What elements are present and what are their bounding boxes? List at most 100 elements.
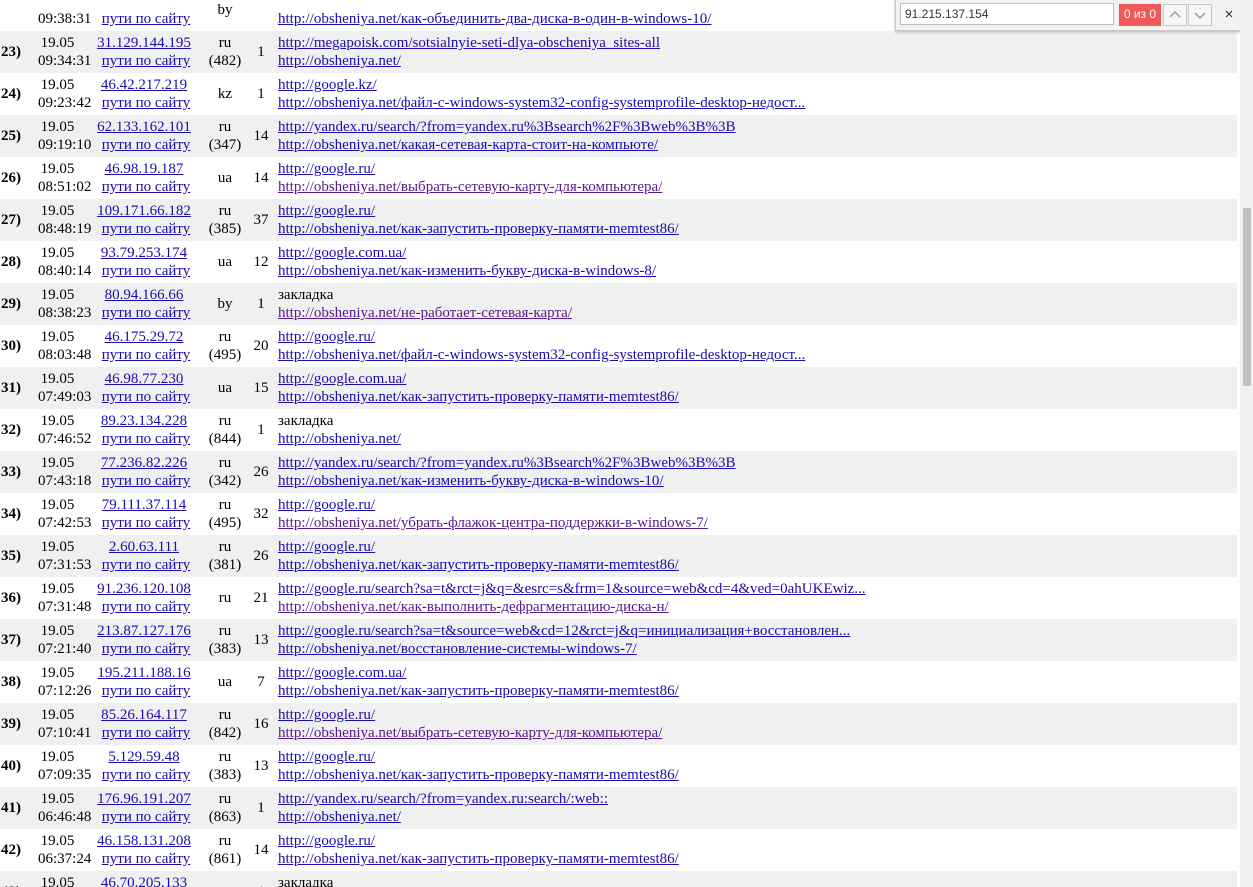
landing-page-link[interactable]: http://obsheniya.net/восстановление-сист… bbox=[278, 640, 637, 658]
landing-page-link[interactable]: http://obsheniya.net/выбрать-сетевую-кар… bbox=[278, 178, 662, 196]
site-paths-link[interactable]: пути по сайту bbox=[99, 598, 193, 616]
ip-address-link[interactable]: 89.23.134.228 bbox=[94, 412, 194, 430]
landing-page-link[interactable]: http://obsheniya.net/ bbox=[278, 808, 401, 826]
landing-page-link[interactable]: http://obsheniya.net/как-изменить-букву-… bbox=[278, 472, 664, 490]
referrer-link[interactable]: http://yandex.ru/search/?from=yandex.ru%… bbox=[278, 454, 736, 472]
find-input[interactable] bbox=[900, 3, 1114, 25]
landing-page-link[interactable]: http://obsheniya.net/ bbox=[278, 430, 401, 448]
table-row: 40) 19.05 07:09:35 5.129.59.48 пути по сайту… bbox=[0, 745, 1237, 787]
pages-viewed: 13 bbox=[253, 632, 269, 648]
referrer-link[interactable]: http://google.kz/ bbox=[278, 76, 377, 94]
landing-page-link[interactable]: http://obsheniya.net/как-запустить-прове… bbox=[278, 556, 679, 574]
referrer-link[interactable]: http://google.ru/search?sa=t&rct=j&q=&es… bbox=[278, 580, 866, 598]
landing-page-link[interactable]: http://obsheniya.net/как-объединить-два-… bbox=[278, 10, 711, 28]
referrer-link[interactable]: http://yandex.ru/search/?from=yandex.ru%… bbox=[278, 118, 736, 136]
site-paths-link[interactable]: пути по сайту bbox=[99, 766, 193, 784]
site-paths-link[interactable]: пути по сайту bbox=[99, 514, 193, 532]
row-number: 43) bbox=[1, 883, 21, 887]
site-paths-link[interactable]: пути по сайту bbox=[99, 346, 193, 364]
ip-address-link[interactable]: 46.70.205.133 bbox=[94, 874, 194, 887]
ip-address-link[interactable]: 80.94.166.66 bbox=[94, 286, 194, 304]
ip-address-link[interactable]: 213.87.127.176 bbox=[94, 622, 194, 640]
referrer-link[interactable]: http://google.ru/ bbox=[278, 160, 375, 178]
referrer-link[interactable]: http://google.ru/search?sa=t&source=web&… bbox=[278, 622, 850, 640]
ip-address-link[interactable]: 85.26.164.117 bbox=[94, 706, 194, 724]
site-paths-link[interactable]: пути по сайту bbox=[99, 640, 193, 658]
country-code: ua bbox=[217, 674, 233, 690]
scroll-thumb[interactable] bbox=[1243, 208, 1251, 386]
ip-address-link[interactable]: 176.96.191.207 bbox=[94, 790, 194, 808]
referrer-link[interactable]: http://google.ru/ bbox=[278, 538, 375, 556]
site-paths-link[interactable]: пути по сайту bbox=[99, 808, 193, 826]
visit-date: 19.05 bbox=[40, 749, 75, 765]
landing-page-link[interactable]: http://obsheniya.net/файл-с-windows-syst… bbox=[278, 346, 805, 364]
row-number: 28) bbox=[1, 254, 21, 270]
row-number: 27) bbox=[1, 212, 21, 228]
ip-address-link[interactable]: 91.236.120.108 bbox=[94, 580, 194, 598]
visit-date: 19.05 bbox=[40, 287, 75, 303]
site-paths-link[interactable]: пути по сайту bbox=[99, 724, 193, 742]
site-paths-link[interactable]: пути по сайту bbox=[99, 850, 193, 868]
visit-count: (495) bbox=[208, 515, 242, 531]
referrer-link[interactable]: http://google.com.ua/ bbox=[278, 370, 406, 388]
site-paths-link[interactable]: пути по сайту bbox=[99, 472, 193, 490]
ip-address-link[interactable]: 46.98.77.230 bbox=[94, 370, 194, 388]
site-paths-link[interactable]: пути по сайту bbox=[99, 52, 193, 70]
site-paths-link[interactable]: пути по сайту bbox=[99, 94, 193, 112]
visit-time: 07:12:26 bbox=[38, 683, 92, 699]
site-paths-link[interactable]: пути по сайту bbox=[99, 430, 193, 448]
country-code: by bbox=[217, 296, 233, 312]
vertical-scrollbar[interactable] bbox=[1240, 0, 1253, 887]
ip-address-link[interactable]: 46.175.29.72 bbox=[94, 328, 194, 346]
landing-page-link[interactable]: http://obsheniya.net/какая-сетевая-карта… bbox=[278, 136, 658, 154]
site-paths-link[interactable]: пути по сайту bbox=[99, 178, 193, 196]
landing-page-link[interactable]: http://obsheniya.net/как-изменить-букву-… bbox=[278, 262, 656, 280]
ip-address-link[interactable]: 46.158.131.208 bbox=[94, 832, 194, 850]
referrer-link[interactable]: http://google.ru/ bbox=[278, 202, 375, 220]
ip-address-link[interactable]: 31.129.144.195 bbox=[94, 34, 194, 52]
landing-page-link[interactable]: http://obsheniya.net/не-работает-сетевая… bbox=[278, 304, 572, 322]
ip-address-link[interactable]: 79.111.37.114 bbox=[94, 496, 194, 514]
referrer-link[interactable]: http://google.com.ua/ bbox=[278, 664, 406, 682]
landing-page-link[interactable]: http://obsheniya.net/как-запустить-прове… bbox=[278, 682, 679, 700]
ip-address-link[interactable]: 46.98.19.187 bbox=[94, 160, 194, 178]
referrer-link[interactable]: http://google.ru/ bbox=[278, 748, 375, 766]
close-icon[interactable]: × bbox=[1218, 4, 1240, 26]
find-next-button[interactable] bbox=[1188, 4, 1212, 26]
landing-page-link[interactable]: http://obsheniya.net/убрать-флажок-центр… bbox=[278, 514, 708, 532]
referrer-link[interactable]: http://google.ru/ bbox=[278, 328, 375, 346]
referrer-link[interactable]: http://google.com.ua/ bbox=[278, 244, 406, 262]
referrer-link[interactable]: http://google.ru/ bbox=[278, 706, 375, 724]
row-number: 42) bbox=[1, 842, 21, 858]
site-paths-link[interactable]: пути по сайту bbox=[99, 220, 193, 238]
ip-address-link[interactable]: 77.236.82.226 bbox=[94, 454, 194, 472]
ip-address-link[interactable]: 46.42.217.219 bbox=[94, 76, 194, 94]
landing-page-link[interactable]: http://obsheniya.net/как-выполнить-дефра… bbox=[278, 598, 669, 616]
site-paths-link[interactable]: пути по сайту bbox=[99, 388, 193, 406]
landing-page-link[interactable]: http://obsheniya.net/ bbox=[278, 52, 401, 70]
landing-page-link[interactable]: http://obsheniya.net/выбрать-сетевую-кар… bbox=[278, 724, 662, 742]
landing-page-link[interactable]: http://obsheniya.net/как-запустить-прове… bbox=[278, 388, 679, 406]
landing-page-link[interactable]: http://obsheniya.net/как-запустить-прове… bbox=[278, 220, 679, 238]
referrer-link[interactable]: http://google.ru/ bbox=[278, 496, 375, 514]
site-paths-link[interactable]: пути по сайту bbox=[99, 682, 193, 700]
site-paths-link[interactable]: пути по сайту bbox=[99, 136, 193, 154]
referrer-link[interactable]: http://yandex.ru/search/?from=yandex.ru:… bbox=[278, 790, 608, 808]
referrer-link[interactable]: http://google.ru/ bbox=[278, 832, 375, 850]
landing-page-link[interactable]: http://obsheniya.net/файл-с-windows-syst… bbox=[278, 94, 805, 112]
landing-page-link[interactable]: http://obsheniya.net/как-запустить-прове… bbox=[278, 766, 679, 784]
site-paths-link[interactable]: пути по сайту bbox=[99, 10, 193, 28]
site-paths-link[interactable]: пути по сайту bbox=[99, 556, 193, 574]
site-paths-link[interactable]: пути по сайту bbox=[99, 304, 193, 322]
landing-page-link[interactable]: http://obsheniya.net/как-запустить-прове… bbox=[278, 850, 679, 868]
ip-address-link[interactable]: 2.60.63.111 bbox=[94, 538, 194, 556]
ip-address-link[interactable]: 195.211.188.16 bbox=[94, 664, 194, 682]
ip-address-link[interactable]: 109.171.66.182 bbox=[94, 202, 194, 220]
ip-address-link[interactable]: 62.133.162.101 bbox=[94, 118, 194, 136]
pages-viewed: 12 bbox=[253, 254, 269, 270]
referrer-link[interactable]: http://megapoisk.com/sotsialnyie-seti-dl… bbox=[278, 34, 660, 52]
site-paths-link[interactable]: пути по сайту bbox=[99, 262, 193, 280]
find-previous-button[interactable] bbox=[1163, 4, 1187, 26]
ip-address-link[interactable]: 5.129.59.48 bbox=[94, 748, 194, 766]
ip-address-link[interactable]: 93.79.253.174 bbox=[94, 244, 194, 262]
